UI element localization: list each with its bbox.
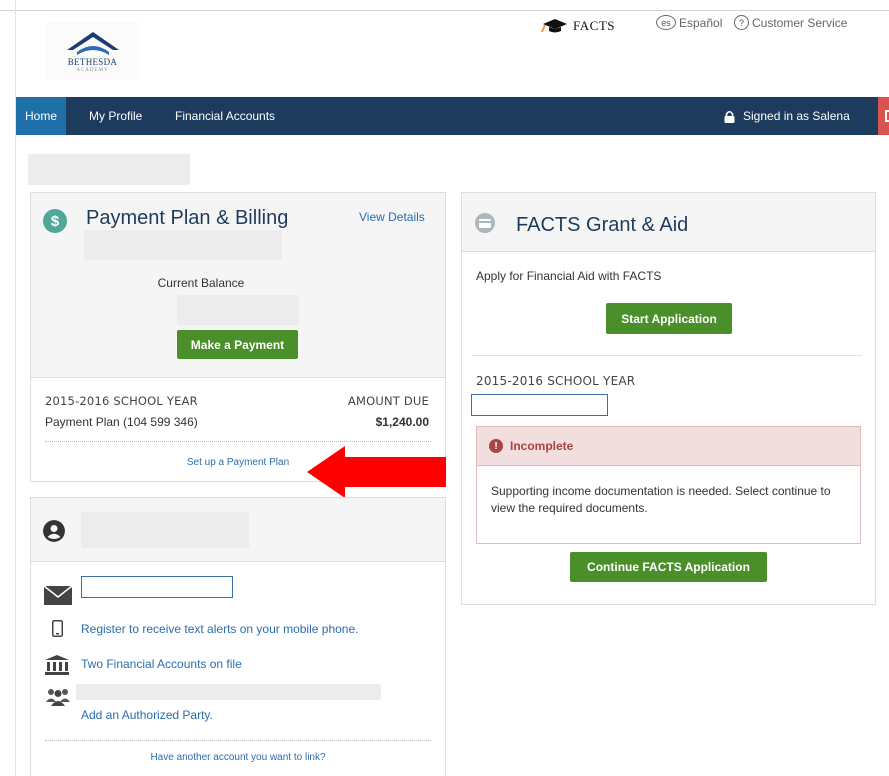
language-icon: es [656,15,676,30]
dollar-icon: $ [43,209,67,233]
payment-panel-header: $ Payment Plan & Billing View Details Cu… [31,193,445,378]
alert-icon: ! [489,439,503,453]
people-icon [46,689,70,706]
redacted-student-box [471,394,608,416]
payment-plan-amount: $1,240.00 [375,415,429,429]
logout-icon [884,110,889,122]
payment-billing-panel: $ Payment Plan & Billing View Details Cu… [30,192,446,482]
incomplete-label: Incomplete [510,439,574,453]
make-payment-button[interactable]: Make a Payment [177,330,298,359]
payment-school-year: 2015-2016 SCHOOL YEAR [45,394,198,408]
current-balance-label: Current Balance [157,276,245,290]
language-link[interactable]: es Español [656,15,722,30]
view-details-link[interactable]: View Details [359,210,425,224]
text-alerts-link[interactable]: Register to receive text alerts on your … [81,622,358,636]
payment-panel-title: Payment Plan & Billing [86,207,289,229]
grant-panel-title: FACTS Grant & Aid [516,214,689,236]
incomplete-status-box: ! Incomplete Supporting income documenta… [476,426,861,544]
logout-button[interactable] [878,97,889,135]
redacted-balance-value [177,295,299,325]
person-icon [43,520,65,542]
apply-text: Apply for Financial Aid with FACTS [476,269,662,283]
financial-accounts-link[interactable]: Two Financial Accounts on file [81,657,242,671]
customer-service-link[interactable]: ? Customer Service [734,15,847,30]
continue-application-button[interactable]: Continue FACTS Application [570,552,767,582]
graduation-cap-icon [541,19,567,33]
divider [472,355,862,356]
start-application-button[interactable]: Start Application [606,303,732,334]
redacted-profile-name [81,512,249,548]
help-icon: ? [734,15,749,30]
redacted-email-box [81,576,233,598]
redacted-page-heading [28,154,190,185]
add-authorized-party-link[interactable]: Add an Authorized Party. [81,708,213,722]
incomplete-header: ! Incomplete [477,427,860,466]
bank-icon [45,655,69,675]
top-border [0,10,889,11]
mobile-phone-icon [52,620,63,637]
divider [45,441,431,442]
profile-panel-header [31,498,445,562]
nav-home[interactable]: Home [16,97,67,135]
redacted-authorized-party-text [76,684,381,700]
grant-aid-panel: FACTS Grant & Aid Apply for Financial Ai… [461,192,876,605]
profile-panel: Register to receive text alerts on your … [30,497,446,776]
main-navbar: Home My Profile Financial Accounts Signe… [16,97,889,135]
amount-due-header: AMOUNT DUE [347,394,429,408]
lock-icon [724,110,735,123]
link-another-account-link[interactable]: Have another account you want to link? [31,752,445,763]
school-name: BETHESDA [67,57,118,67]
credit-card-icon [475,213,495,233]
grant-panel-header: FACTS Grant & Aid [462,193,875,252]
school-subtitle: ACADEMY [76,68,109,73]
payment-plan-label: Payment Plan (104 599 346) [45,415,198,429]
facts-brand[interactable]: FACTS [541,18,615,34]
facts-brand-label: FACTS [573,18,615,33]
divider [45,740,431,741]
nav-my-profile[interactable]: My Profile [80,97,151,135]
nav-financial-accounts[interactable]: Financial Accounts [166,97,284,135]
grant-school-year: 2015-2016 SCHOOL YEAR [476,374,636,388]
school-logo[interactable]: BETHESDA ACADEMY [45,22,140,80]
annotation-arrow [307,446,446,498]
signed-in-label: Signed in as Salena [743,109,850,123]
school-roof-icon [67,32,119,55]
incomplete-message: Supporting income documentation is neede… [491,484,831,515]
language-label: Español [679,15,723,30]
redacted-student-name [84,230,282,260]
envelope-icon [44,586,72,605]
signed-in-status: Signed in as Salena [724,97,850,135]
customer-service-label: Customer Service [752,15,848,30]
